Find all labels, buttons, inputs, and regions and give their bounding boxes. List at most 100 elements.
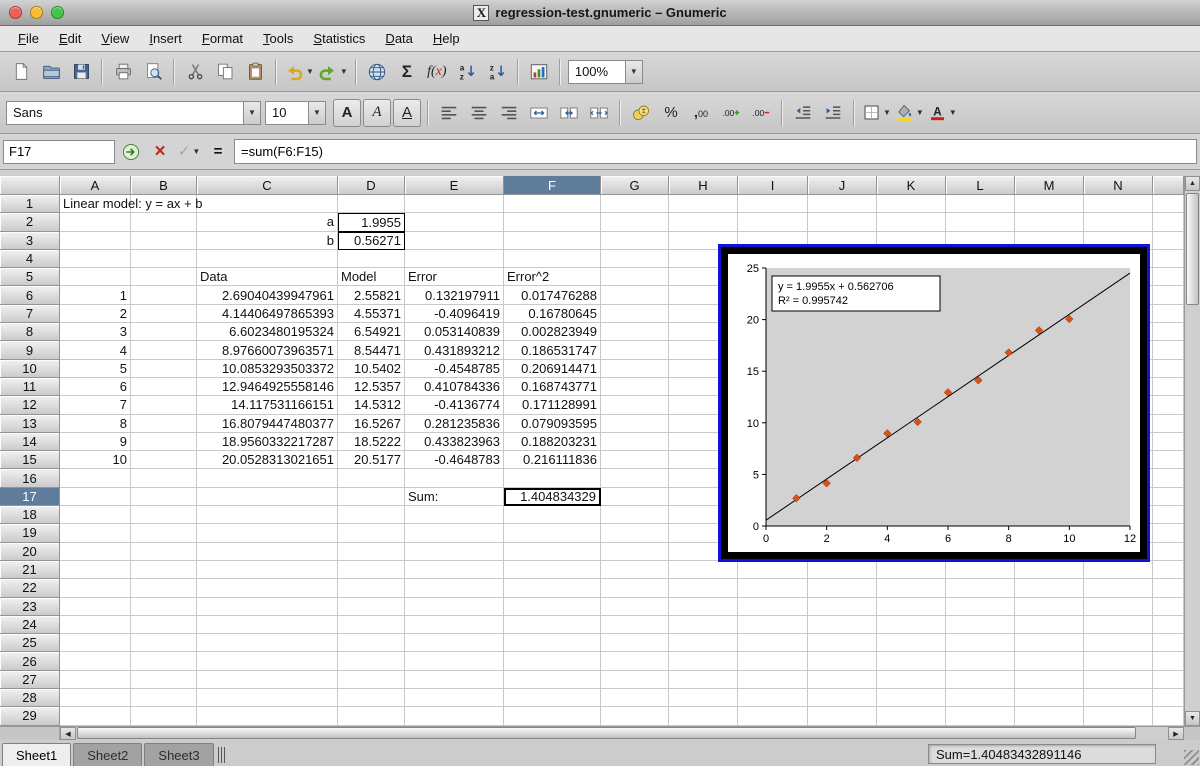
- cell-C2[interactable]: a: [197, 213, 338, 231]
- cell-extra-19[interactable]: [1153, 524, 1184, 542]
- insert-chart-button[interactable]: [524, 57, 554, 87]
- cell-F28[interactable]: [504, 689, 601, 707]
- cell-C28[interactable]: [197, 689, 338, 707]
- cell-D1[interactable]: [338, 195, 405, 213]
- cell-F2[interactable]: [504, 213, 601, 231]
- cell-B15[interactable]: [131, 451, 197, 469]
- window-resize-grip[interactable]: [1184, 750, 1199, 765]
- cell-H21[interactable]: [669, 561, 738, 579]
- select-all-corner[interactable]: [0, 176, 60, 195]
- cell-extra-6[interactable]: [1153, 286, 1184, 304]
- cell-F23[interactable]: [504, 598, 601, 616]
- row-header-29[interactable]: 29: [0, 707, 60, 725]
- cell-G19[interactable]: [601, 524, 669, 542]
- cell-L28[interactable]: [946, 689, 1015, 707]
- cell-E22[interactable]: [405, 579, 504, 597]
- cell-J1[interactable]: [808, 195, 877, 213]
- cell-K22[interactable]: [877, 579, 946, 597]
- cell-G9[interactable]: [601, 341, 669, 359]
- cell-A9[interactable]: 4: [60, 341, 131, 359]
- cell-D2[interactable]: 1.9955: [338, 213, 405, 231]
- cell-E19[interactable]: [405, 524, 504, 542]
- cell-K26[interactable]: [877, 652, 946, 670]
- cell-G10[interactable]: [601, 360, 669, 378]
- cell-H1[interactable]: [669, 195, 738, 213]
- row-header-3[interactable]: 3: [0, 232, 60, 250]
- cell-B6[interactable]: [131, 286, 197, 304]
- row-header-16[interactable]: 16: [0, 469, 60, 487]
- cell-E21[interactable]: [405, 561, 504, 579]
- cell-E6[interactable]: 0.132197911: [405, 286, 504, 304]
- cell-B4[interactable]: [131, 250, 197, 268]
- cell-extra-24[interactable]: [1153, 616, 1184, 634]
- cell-C24[interactable]: [197, 616, 338, 634]
- cell-extra-5[interactable]: [1153, 268, 1184, 286]
- menu-statistics[interactable]: Statistics: [303, 28, 375, 49]
- align-right-button[interactable]: [494, 98, 524, 128]
- row-header-19[interactable]: 19: [0, 524, 60, 542]
- row-header-9[interactable]: 9: [0, 341, 60, 359]
- row-header-12[interactable]: 12: [0, 396, 60, 414]
- cell-E16[interactable]: [405, 469, 504, 487]
- cell-M29[interactable]: [1015, 707, 1084, 725]
- formula-input[interactable]: [234, 139, 1197, 164]
- row-header-23[interactable]: 23: [0, 598, 60, 616]
- cell-E24[interactable]: [405, 616, 504, 634]
- paste-button[interactable]: [240, 57, 270, 87]
- cell-E11[interactable]: 0.410784336: [405, 378, 504, 396]
- cell-A2[interactable]: [60, 213, 131, 231]
- cell-G1[interactable]: [601, 195, 669, 213]
- format-percent-button[interactable]: %: [656, 98, 686, 128]
- minimize-button[interactable]: [30, 6, 43, 19]
- cell-G6[interactable]: [601, 286, 669, 304]
- bold-button[interactable]: A: [333, 99, 361, 127]
- open-button[interactable]: [36, 57, 66, 87]
- font-color-button[interactable]: A▼: [926, 98, 959, 128]
- cell-extra-25[interactable]: [1153, 634, 1184, 652]
- cell-K29[interactable]: [877, 707, 946, 725]
- cell-C19[interactable]: [197, 524, 338, 542]
- cell-F19[interactable]: [504, 524, 601, 542]
- split-cells-button[interactable]: [584, 98, 614, 128]
- row-header-27[interactable]: 27: [0, 671, 60, 689]
- cell-A28[interactable]: [60, 689, 131, 707]
- cell-B22[interactable]: [131, 579, 197, 597]
- cell-G16[interactable]: [601, 469, 669, 487]
- cell-K24[interactable]: [877, 616, 946, 634]
- column-header-A[interactable]: A: [60, 176, 131, 195]
- cell-D23[interactable]: [338, 598, 405, 616]
- cell-extra-16[interactable]: [1153, 469, 1184, 487]
- cell-I24[interactable]: [738, 616, 808, 634]
- cell-A20[interactable]: [60, 543, 131, 561]
- cell-F5[interactable]: Error^2: [504, 268, 601, 286]
- cell-M2[interactable]: [1015, 213, 1084, 231]
- cell-E20[interactable]: [405, 543, 504, 561]
- row-header-10[interactable]: 10: [0, 360, 60, 378]
- cell-E13[interactable]: 0.281235836: [405, 415, 504, 433]
- cell-N22[interactable]: [1084, 579, 1153, 597]
- cell-I25[interactable]: [738, 634, 808, 652]
- cell-M21[interactable]: [1015, 561, 1084, 579]
- cell-extra-15[interactable]: [1153, 451, 1184, 469]
- cell-D29[interactable]: [338, 707, 405, 725]
- cell-G29[interactable]: [601, 707, 669, 725]
- cell-B21[interactable]: [131, 561, 197, 579]
- cell-C11[interactable]: 12.9464925558146: [197, 378, 338, 396]
- cell-L1[interactable]: [946, 195, 1015, 213]
- cell-C16[interactable]: [197, 469, 338, 487]
- cell-extra-23[interactable]: [1153, 598, 1184, 616]
- autosum-button[interactable]: Σ: [392, 57, 422, 87]
- font-size-combo[interactable]: 10: [265, 101, 309, 125]
- cell-A15[interactable]: 10: [60, 451, 131, 469]
- cell-B11[interactable]: [131, 378, 197, 396]
- horizontal-scrollbar[interactable]: ◀ ▶: [0, 726, 1200, 740]
- cell-C3[interactable]: b: [197, 232, 338, 250]
- cell-G25[interactable]: [601, 634, 669, 652]
- cell-E25[interactable]: [405, 634, 504, 652]
- cell-J24[interactable]: [808, 616, 877, 634]
- cell-K25[interactable]: [877, 634, 946, 652]
- cell-A1[interactable]: Linear model: y = ax + b: [60, 195, 131, 213]
- cell-C23[interactable]: [197, 598, 338, 616]
- cell-E23[interactable]: [405, 598, 504, 616]
- menu-help[interactable]: Help: [423, 28, 470, 49]
